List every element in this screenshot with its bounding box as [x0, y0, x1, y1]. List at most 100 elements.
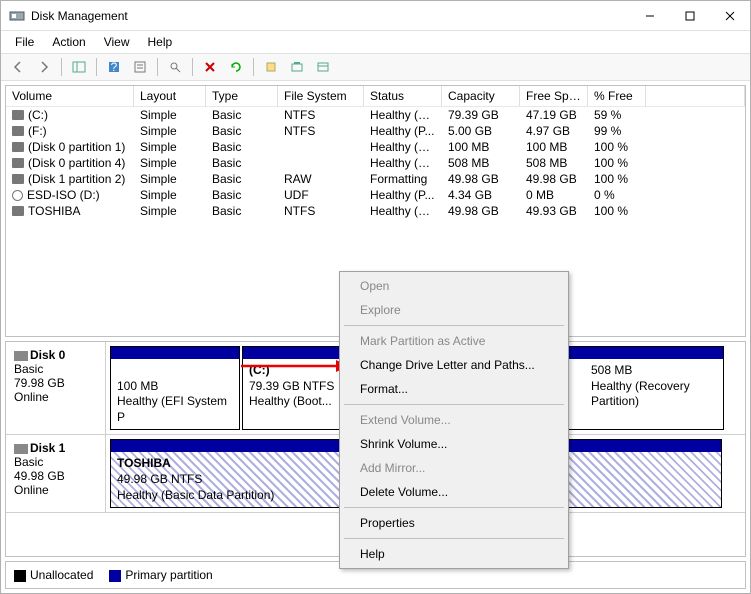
find-icon[interactable] — [164, 56, 186, 78]
new-icon[interactable] — [260, 56, 282, 78]
partition[interactable]: 100 MBHealthy (EFI System P — [110, 346, 240, 430]
volume-row[interactable]: (F:)SimpleBasicNTFSHealthy (P...5.00 GB4… — [6, 123, 745, 139]
volume-row[interactable]: (C:)SimpleBasicNTFSHealthy (B...79.39 GB… — [6, 107, 745, 123]
menu-view[interactable]: View — [96, 33, 138, 51]
menu-action[interactable]: Action — [44, 33, 93, 51]
cell-pct: 100 % — [588, 139, 646, 155]
col-type[interactable]: Type — [206, 86, 278, 106]
forward-icon[interactable] — [33, 56, 55, 78]
help-icon[interactable]: ? — [103, 56, 125, 78]
cell-capacity: 4.34 GB — [442, 187, 520, 203]
drive-icon — [12, 174, 24, 184]
cell-capacity: 5.00 GB — [442, 123, 520, 139]
menu-item-help[interactable]: Help — [342, 542, 566, 566]
cell-fs: RAW — [278, 171, 364, 187]
menu-item-format[interactable]: Format... — [342, 377, 566, 401]
disk-icon — [14, 444, 28, 454]
menu-item-explore: Explore — [342, 298, 566, 322]
menu-item-mark-partition-as-active: Mark Partition as Active — [342, 329, 566, 353]
menu-separator — [344, 538, 564, 539]
menu-separator — [344, 325, 564, 326]
cell-capacity: 79.39 GB — [442, 107, 520, 123]
toolbar-separator — [61, 58, 62, 76]
options-icon[interactable] — [286, 56, 308, 78]
cell-capacity: 100 MB — [442, 139, 520, 155]
volume-row[interactable]: (Disk 1 partition 2)SimpleBasicRAWFormat… — [6, 171, 745, 187]
cell-layout: Simple — [134, 123, 206, 139]
col-volume[interactable]: Volume — [6, 86, 134, 106]
menu-item-change-drive-letter-and-paths[interactable]: Change Drive Letter and Paths... — [342, 353, 566, 377]
col-capacity[interactable]: Capacity — [442, 86, 520, 106]
legend-unallocated: Unallocated — [14, 568, 93, 582]
cell-type: Basic — [206, 187, 278, 203]
volume-name: (C:) — [28, 108, 48, 122]
volume-name: ESD-ISO (D:) — [27, 188, 100, 202]
disk-management-window: Disk Management File Action View Help ? … — [0, 0, 751, 594]
minimize-button[interactable] — [630, 1, 670, 31]
col-spacer — [646, 86, 745, 106]
drive-icon — [12, 110, 24, 120]
menu-item-delete-volume[interactable]: Delete Volume... — [342, 480, 566, 504]
col-filesystem[interactable]: File System — [278, 86, 364, 106]
disc-icon — [12, 190, 23, 201]
cell-free: 49.93 GB — [520, 203, 588, 219]
volume-row[interactable]: ESD-ISO (D:)SimpleBasicUDFHealthy (P...4… — [6, 187, 745, 203]
toolbar-separator — [192, 58, 193, 76]
disk-label: Disk 0Basic79.98 GBOnline — [6, 342, 106, 434]
cell-status: Healthy (E... — [364, 139, 442, 155]
col-pct[interactable]: % Free — [588, 86, 646, 106]
maximize-button[interactable] — [670, 1, 710, 31]
drive-icon — [12, 158, 24, 168]
cell-pct: 0 % — [588, 187, 646, 203]
cell-free: 0 MB — [520, 187, 588, 203]
volume-row[interactable]: TOSHIBASimpleBasicNTFSHealthy (B...49.98… — [6, 203, 745, 219]
cell-type: Basic — [206, 123, 278, 139]
menu-file[interactable]: File — [7, 33, 42, 51]
delete-icon[interactable] — [199, 56, 221, 78]
volume-row[interactable]: (Disk 0 partition 1)SimpleBasicHealthy (… — [6, 139, 745, 155]
disk-icon — [14, 351, 28, 361]
menu-help[interactable]: Help — [140, 33, 181, 51]
volume-row[interactable]: (Disk 0 partition 4)SimpleBasicHealthy (… — [6, 155, 745, 171]
menu-item-add-mirror: Add Mirror... — [342, 456, 566, 480]
cell-pct: 59 % — [588, 107, 646, 123]
toolbar: ? — [1, 53, 750, 81]
col-free[interactable]: Free Spa... — [520, 86, 588, 106]
menu-item-properties[interactable]: Properties — [342, 511, 566, 535]
cell-free: 100 MB — [520, 139, 588, 155]
cell-layout: Simple — [134, 203, 206, 219]
cell-status: Healthy (R... — [364, 155, 442, 171]
col-status[interactable]: Status — [364, 86, 442, 106]
cell-free: 49.98 GB — [520, 171, 588, 187]
content: Volume Layout Type File System Status Ca… — [1, 81, 750, 593]
col-layout[interactable]: Layout — [134, 86, 206, 106]
volume-name: (Disk 0 partition 1) — [28, 140, 125, 154]
drive-icon — [12, 142, 24, 152]
close-button[interactable] — [710, 1, 750, 31]
cell-pct: 100 % — [588, 155, 646, 171]
show-hide-tree-icon[interactable] — [68, 56, 90, 78]
window-title: Disk Management — [31, 9, 630, 23]
cell-status: Healthy (P... — [364, 187, 442, 203]
cell-free: 4.97 GB — [520, 123, 588, 139]
volume-name: (Disk 1 partition 2) — [28, 172, 125, 186]
cell-layout: Simple — [134, 171, 206, 187]
properties-icon[interactable] — [129, 56, 151, 78]
cell-layout: Simple — [134, 139, 206, 155]
volume-name: (Disk 0 partition 4) — [28, 156, 125, 170]
cell-free: 508 MB — [520, 155, 588, 171]
toolbar-separator — [96, 58, 97, 76]
cell-free: 47.19 GB — [520, 107, 588, 123]
cell-fs: UDF — [278, 187, 364, 203]
menu-item-shrink-volume[interactable]: Shrink Volume... — [342, 432, 566, 456]
volume-list-header: Volume Layout Type File System Status Ca… — [6, 86, 745, 107]
back-icon[interactable] — [7, 56, 29, 78]
cell-type: Basic — [206, 203, 278, 219]
svg-text:?: ? — [111, 60, 118, 74]
cell-status: Formatting — [364, 171, 442, 187]
list-icon[interactable] — [312, 56, 334, 78]
cell-capacity: 49.98 GB — [442, 203, 520, 219]
cell-status: Healthy (B... — [364, 203, 442, 219]
cell-fs: NTFS — [278, 203, 364, 219]
refresh-icon[interactable] — [225, 56, 247, 78]
